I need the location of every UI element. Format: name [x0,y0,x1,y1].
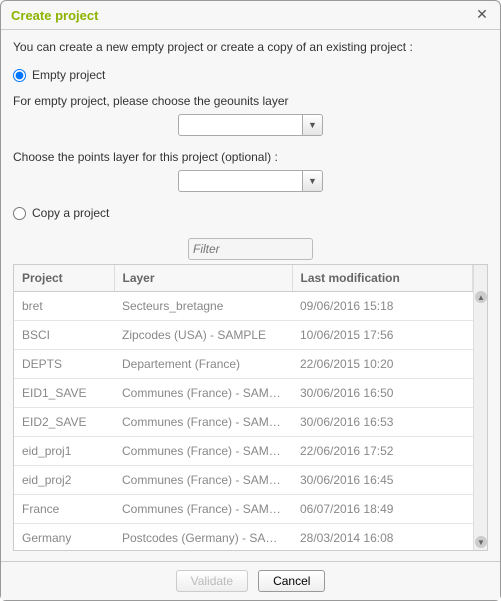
cell-layer: Communes (France) - SAMPLE [114,495,292,524]
scroll-up-icon[interactable]: ▲ [475,291,487,303]
points-select-value [179,171,302,191]
cell-project: bret [14,292,114,321]
radio-empty-project[interactable]: Empty project [13,68,488,82]
cancel-button[interactable]: Cancel [258,570,325,592]
geounits-select[interactable]: ▼ [178,114,323,136]
geounits-select-value [179,115,302,135]
cell-layer: Zipcodes (USA) - SAMPLE [114,321,292,350]
cell-project: EID1_SAVE [14,379,114,408]
dialog-header: Create project ✕ [1,1,500,30]
table-row[interactable]: GermanyPostcodes (Germany) - SAMPLE28/03… [14,524,473,551]
cell-project: Germany [14,524,114,551]
scrollbar[interactable]: ▲ ▼ [473,265,487,550]
cell-layer: Communes (France) - SAMPLE [114,466,292,495]
radio-empty-input[interactable] [13,69,26,82]
table-row[interactable]: EID2_SAVECommunes (France) - SAMPLE30/06… [14,408,473,437]
filter-box[interactable] [188,238,313,260]
radio-copy-project[interactable]: Copy a project [13,206,488,220]
cell-modified: 30/06/2016 16:45 [292,466,473,495]
cell-project: BSCI [14,321,114,350]
table-row[interactable]: eid_proj1Communes (France) - SAMPLE22/06… [14,437,473,466]
cell-project: eid_proj1 [14,437,114,466]
radio-copy-label: Copy a project [32,206,109,220]
table-header-row: Project Layer Last modification [14,265,473,292]
cell-modified: 30/06/2016 16:53 [292,408,473,437]
cell-layer: Secteurs_bretagne [114,292,292,321]
filter-input[interactable] [193,242,350,256]
cell-project: EID2_SAVE [14,408,114,437]
projects-table: Project Layer Last modification bretSect… [14,265,473,550]
cell-modified: 28/03/2014 16:08 [292,524,473,551]
cell-layer: Postcodes (Germany) - SAMPLE [114,524,292,551]
col-modified-header[interactable]: Last modification [292,265,473,292]
table-row[interactable]: EID1_SAVECommunes (France) - SAMPLE30/06… [14,379,473,408]
dialog-footer: Validate Cancel [1,561,500,600]
projects-table-wrap: Project Layer Last modification bretSect… [13,264,488,551]
radio-empty-label: Empty project [32,68,105,82]
close-icon[interactable]: ✕ [474,7,490,23]
points-label: Choose the points layer for this project… [13,150,488,164]
intro-text: You can create a new empty project or cr… [13,40,488,54]
cell-modified: 10/06/2015 17:56 [292,321,473,350]
points-select[interactable]: ▼ [178,170,323,192]
dialog-body: You can create a new empty project or cr… [1,30,500,561]
radio-copy-input[interactable] [13,207,26,220]
chevron-down-icon[interactable]: ▼ [302,115,322,135]
create-project-dialog: Create project ✕ You can create a new em… [0,0,501,601]
chevron-down-icon[interactable]: ▼ [302,171,322,191]
table-row[interactable]: FranceCommunes (France) - SAMPLE06/07/20… [14,495,473,524]
cell-modified: 09/06/2016 15:18 [292,292,473,321]
scroll-down-icon[interactable]: ▼ [475,536,487,548]
col-project-header[interactable]: Project [14,265,114,292]
table-row[interactable]: DEPTSDepartement (France)22/06/2015 10:2… [14,350,473,379]
cell-layer: Communes (France) - SAMPLE [114,379,292,408]
validate-button[interactable]: Validate [176,570,248,592]
cell-layer: Communes (France) - SAMPLE [114,437,292,466]
col-layer-header[interactable]: Layer [114,265,292,292]
cell-layer: Departement (France) [114,350,292,379]
cell-modified: 06/07/2016 18:49 [292,495,473,524]
cell-modified: 22/06/2016 17:52 [292,437,473,466]
cell-modified: 30/06/2016 16:50 [292,379,473,408]
table-row[interactable]: bretSecteurs_bretagne09/06/2016 15:18 [14,292,473,321]
cell-project: eid_proj2 [14,466,114,495]
cell-project: France [14,495,114,524]
dialog-title: Create project [11,8,98,23]
geounits-label: For empty project, please choose the geo… [13,94,488,108]
cell-layer: Communes (France) - SAMPLE [114,408,292,437]
cell-project: DEPTS [14,350,114,379]
table-row[interactable]: BSCIZipcodes (USA) - SAMPLE10/06/2015 17… [14,321,473,350]
table-row[interactable]: eid_proj2Communes (France) - SAMPLE30/06… [14,466,473,495]
cell-modified: 22/06/2015 10:20 [292,350,473,379]
